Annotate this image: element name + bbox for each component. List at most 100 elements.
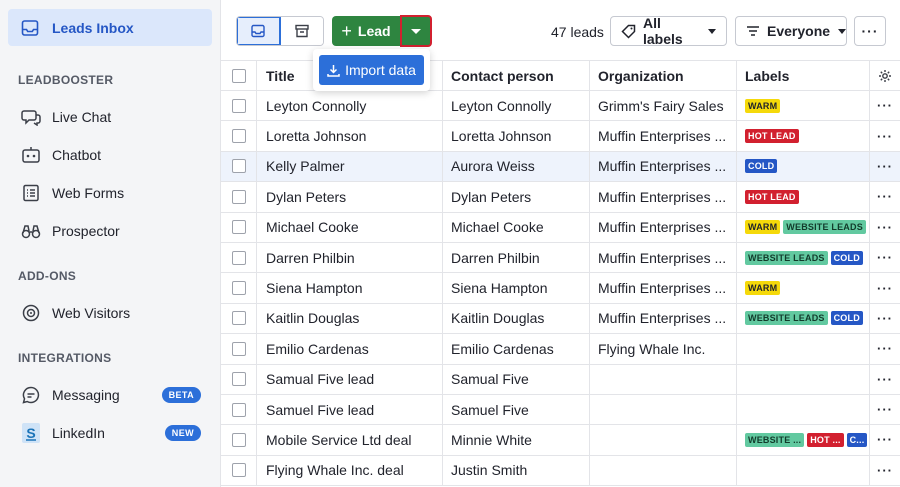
cell-title[interactable]: Mobile Service Ltd deal	[257, 425, 443, 455]
cell-contact[interactable]: Samual Five	[443, 364, 590, 394]
row-checkbox[interactable]	[231, 159, 246, 174]
row-actions-button[interactable]: ···	[870, 395, 900, 424]
row-actions-button[interactable]: ···	[870, 425, 900, 454]
cell-organization[interactable]: Flying Whale Inc.	[590, 334, 737, 364]
row-checkbox[interactable]	[231, 432, 246, 447]
cell-organization[interactable]: Muffin Enterprises ...	[590, 212, 737, 242]
cell-organization[interactable]: Muffin Enterprises ...	[590, 242, 737, 273]
cell-title[interactable]: Flying Whale Inc. deal	[257, 455, 443, 486]
select-all-checkbox[interactable]	[231, 68, 246, 83]
table-row[interactable]: Loretta Johnson Loretta Johnson Muffin Ent…	[221, 121, 900, 152]
row-checkbox[interactable]	[231, 98, 246, 113]
add-lead-dropdown-button[interactable]	[400, 15, 432, 47]
row-actions-button[interactable]: ···	[870, 365, 900, 394]
cell-organization[interactable]: Muffin Enterprises ...	[590, 182, 737, 212]
row-actions-button[interactable]: ···	[870, 91, 900, 120]
row-actions-button[interactable]: ···	[870, 456, 900, 485]
cell-organization[interactable]: Grimm's Fairy Sales	[590, 91, 737, 121]
cell-contact[interactable]: Minnie White	[443, 425, 590, 455]
cell-organization[interactable]	[590, 455, 737, 486]
sidebar-item-live-chat[interactable]: Live Chat	[8, 98, 212, 136]
row-checkbox[interactable]	[231, 281, 246, 296]
add-lead-button[interactable]: + Lead	[332, 16, 400, 46]
labels-filter-button[interactable]: All labels	[610, 15, 727, 47]
table-row[interactable]: Kelly Palmer Aurora Weiss Muffin Enterpris…	[221, 151, 900, 183]
cell-title[interactable]: Darren Philbin	[257, 242, 443, 273]
linkedin-icon: S	[20, 422, 42, 444]
header-contact[interactable]: Contact person	[443, 61, 590, 90]
cell-title[interactable]: Siena Hampton	[257, 273, 443, 303]
table-row[interactable]: Dylan Peters Dylan Peters Muffin Enterpris…	[221, 182, 900, 213]
cell-title[interactable]: Kelly Palmer	[257, 151, 443, 182]
cell-organization[interactable]: Muffin Enterprises ...	[590, 303, 737, 334]
cell-title[interactable]: Kaitlin Douglas	[257, 303, 443, 334]
archive-view-button[interactable]	[280, 17, 323, 45]
cell-title[interactable]: Dylan Peters	[257, 182, 443, 212]
table-row[interactable]: Samuel Five lead Samuel Five ···	[221, 394, 900, 426]
more-options-button[interactable]: ···	[854, 16, 886, 46]
header-labels[interactable]: Labels	[737, 61, 870, 90]
table-row[interactable]: Mobile Service Ltd deal Minnie White WEBSI…	[221, 425, 900, 456]
row-checkbox[interactable]	[231, 372, 246, 387]
cell-organization[interactable]: Muffin Enterprises ...	[590, 273, 737, 303]
sidebar-item-messaging[interactable]: Messaging BETA	[8, 376, 212, 414]
row-checkbox[interactable]	[231, 402, 246, 417]
row-actions-button[interactable]: ···	[870, 273, 900, 302]
cell-title[interactable]: Leyton Connolly	[257, 91, 443, 121]
cell-organization[interactable]	[590, 425, 737, 455]
row-actions-button[interactable]: ···	[870, 182, 900, 211]
row-checkbox[interactable]	[231, 250, 246, 265]
table-row[interactable]: Kaitlin Douglas Kaitlin Douglas Muffin Ent…	[221, 303, 900, 335]
cell-contact[interactable]: Michael Cooke	[443, 212, 590, 242]
cell-organization[interactable]	[590, 394, 737, 425]
row-actions-button[interactable]: ···	[870, 243, 900, 272]
row-checkbox[interactable]	[231, 129, 246, 144]
table-row[interactable]: Darren Philbin Darren Philbin Muffin Enter…	[221, 242, 900, 274]
list-view-button[interactable]	[237, 17, 281, 45]
cell-title[interactable]: Samuel Five lead	[257, 394, 443, 425]
cell-organization[interactable]: Muffin Enterprises ...	[590, 151, 737, 182]
table-row[interactable]: Michael Cooke Michael Cooke Muffin Enterpr…	[221, 212, 900, 243]
sidebar-item-web-visitors[interactable]: Web Visitors	[8, 294, 212, 332]
cell-contact[interactable]: Dylan Peters	[443, 182, 590, 212]
cell-contact[interactable]: Justin Smith	[443, 455, 590, 486]
cell-title[interactable]: Loretta Johnson	[257, 121, 443, 151]
row-checkbox[interactable]	[231, 220, 246, 235]
cell-title[interactable]: Michael Cooke	[257, 212, 443, 242]
sidebar-item-chatbot[interactable]: Chatbot	[8, 136, 212, 174]
cell-organization[interactable]	[590, 364, 737, 394]
row-checkbox[interactable]	[231, 189, 246, 204]
row-checkbox[interactable]	[231, 463, 246, 478]
cell-organization[interactable]: Muffin Enterprises ...	[590, 121, 737, 151]
table-row[interactable]: Samual Five lead Samual Five ···	[221, 364, 900, 395]
cell-title[interactable]: Emilio Cardenas	[257, 334, 443, 364]
cell-contact[interactable]: Kaitlin Douglas	[443, 303, 590, 334]
cell-contact[interactable]: Siena Hampton	[443, 273, 590, 303]
cell-contact[interactable]: Samuel Five	[443, 394, 590, 425]
cell-contact[interactable]: Leyton Connolly	[443, 91, 590, 121]
cell-contact[interactable]: Loretta Johnson	[443, 121, 590, 151]
cell-title[interactable]: Samual Five lead	[257, 364, 443, 394]
sidebar-item-web-forms[interactable]: Web Forms	[8, 174, 212, 212]
row-actions-button[interactable]: ···	[870, 304, 900, 333]
table-row[interactable]: Siena Hampton Siena Hampton Muffin Enterpr…	[221, 273, 900, 304]
row-checkbox[interactable]	[231, 311, 246, 326]
cell-contact[interactable]: Darren Philbin	[443, 242, 590, 273]
row-actions-button[interactable]: ···	[870, 121, 900, 150]
row-checkbox[interactable]	[231, 341, 246, 356]
table-row[interactable]: Emilio Cardenas Emilio Cardenas Flying Wha…	[221, 334, 900, 365]
column-settings-button[interactable]	[870, 61, 900, 90]
table-row[interactable]: Flying Whale Inc. deal Justin Smith ···	[221, 455, 900, 487]
cell-contact[interactable]: Emilio Cardenas	[443, 334, 590, 364]
import-data-button[interactable]: Import data	[319, 55, 424, 85]
cell-contact[interactable]: Aurora Weiss	[443, 151, 590, 182]
sidebar-item-leads-inbox[interactable]: Leads Inbox	[8, 9, 212, 46]
sidebar-item-prospector[interactable]: Prospector	[8, 212, 212, 250]
sidebar-item-linkedin[interactable]: S LinkedIn NEW	[8, 414, 212, 452]
table-row[interactable]: Leyton Connolly Leyton Connolly Grimm's Fa…	[221, 91, 900, 122]
owner-filter-button[interactable]: Everyone	[735, 16, 847, 46]
header-organization[interactable]: Organization	[590, 61, 737, 90]
row-actions-button[interactable]: ···	[870, 213, 900, 242]
row-actions-button[interactable]: ···	[870, 152, 900, 181]
row-actions-button[interactable]: ···	[870, 334, 900, 363]
